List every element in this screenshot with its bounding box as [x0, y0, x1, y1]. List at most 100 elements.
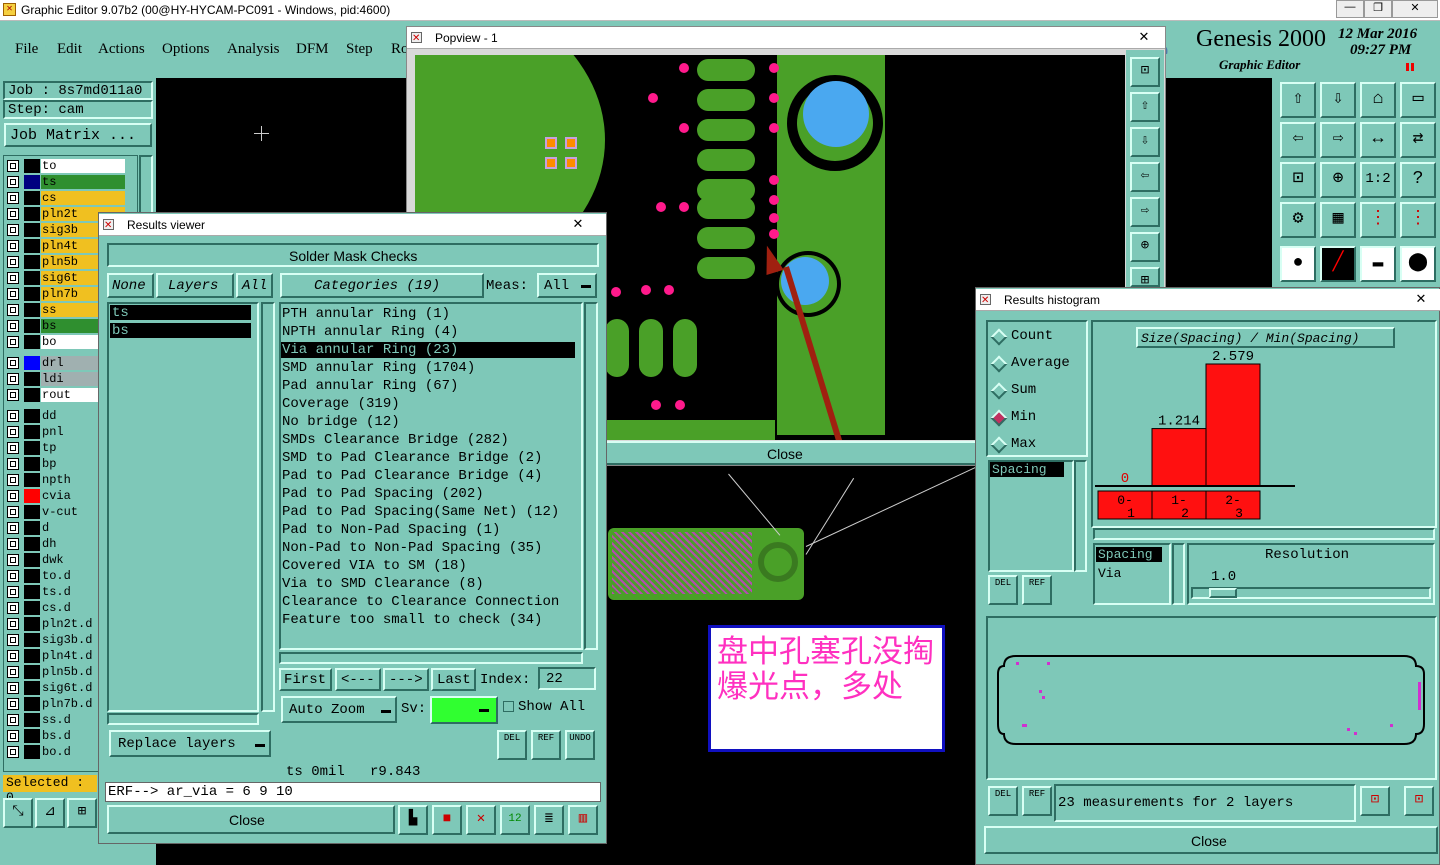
category-item[interactable]: Via to SMD Clearance (8) [282, 575, 578, 593]
undo-button[interactable]: UNDO [565, 730, 595, 760]
category-item[interactable]: Pad to Pad Spacing(Same Net) (12) [282, 503, 578, 521]
histogram-bar[interactable] [1151, 428, 1207, 487]
category-item[interactable]: NPTH annular Ring (4) [282, 323, 578, 341]
layer-checkbox[interactable] [7, 304, 19, 316]
layer-checkbox[interactable] [7, 442, 19, 454]
next-button[interactable]: ---> [383, 668, 429, 691]
layer-select-list[interactable] [107, 302, 259, 712]
layer-checkbox[interactable] [7, 682, 19, 694]
menu-step[interactable]: Step [346, 41, 373, 58]
move-right-icon[interactable]: ⇨ [1320, 122, 1356, 158]
job-matrix-button[interactable]: Job Matrix ... [4, 123, 152, 147]
help-icon[interactable]: ? [1400, 162, 1436, 198]
layer-checkbox[interactable] [7, 389, 19, 401]
center-icon[interactable]: ⊕ [1320, 162, 1356, 198]
popview-tool-7-icon[interactable]: ⊞ [1130, 267, 1160, 289]
layer-up-icon[interactable]: ⇧ [1280, 82, 1316, 118]
hist-ref-button-2[interactable]: REF [1022, 786, 1052, 816]
number-icon[interactable]: 12 [500, 805, 530, 835]
layer-checkbox[interactable] [7, 240, 19, 252]
ref-cross-icon[interactable]: ✕ [466, 805, 496, 835]
layer-checkbox[interactable] [7, 490, 19, 502]
layer-checkbox[interactable] [7, 538, 19, 550]
layer-checkbox[interactable] [7, 618, 19, 630]
layer-checkbox[interactable] [7, 554, 19, 566]
del-button[interactable]: DEL [497, 730, 527, 760]
histogram-bar[interactable] [1205, 363, 1261, 487]
ref-button[interactable]: REF [531, 730, 561, 760]
layer-checkbox[interactable] [7, 570, 19, 582]
mirror-icon[interactable]: ↔ [1360, 122, 1396, 158]
layer-checkbox[interactable] [7, 458, 19, 470]
category-item[interactable]: Covered VIA to SM (18) [282, 557, 578, 575]
layer-checkbox[interactable] [7, 272, 19, 284]
snap-icon[interactable]: ● [1280, 246, 1316, 282]
category-item[interactable]: Pad to Pad Clearance Bridge (4) [282, 467, 578, 485]
chart-hscroll[interactable] [1093, 528, 1435, 540]
minimize-button[interactable]: — [1336, 0, 1364, 18]
layer-checkbox[interactable] [7, 426, 19, 438]
highlight-icon[interactable]: ▙ [398, 805, 428, 835]
layer-checkbox[interactable] [7, 714, 19, 726]
auto-zoom-dropdown[interactable]: Auto Zoom [281, 696, 397, 723]
categories-vscroll[interactable] [584, 302, 598, 650]
layer-checkbox[interactable] [7, 730, 19, 742]
ruler-icon[interactable]: ▬ [1360, 246, 1396, 282]
selected-layer-ts[interactable]: ts [110, 305, 251, 321]
first-button[interactable]: First [279, 668, 332, 691]
histogram-close-icon[interactable]: ✕ [1404, 290, 1438, 308]
layer-row[interactable]: to [7, 159, 125, 173]
category-item[interactable]: SMDs Clearance Bridge (282) [282, 431, 578, 449]
list2-vscroll[interactable] [1172, 543, 1185, 605]
layer-checkbox[interactable] [7, 506, 19, 518]
layer-checkbox[interactable] [7, 666, 19, 678]
spacing-list-vscroll[interactable] [1074, 460, 1087, 572]
layer-row[interactable]: ts [7, 175, 125, 189]
layer-checkbox[interactable] [7, 160, 19, 172]
histogram-icon[interactable]: ▥ [568, 805, 598, 835]
category-item[interactable]: Pad to Pad Spacing (202) [282, 485, 578, 503]
menu-actions[interactable]: Actions [98, 41, 145, 58]
menu-dfm[interactable]: DFM [296, 41, 329, 58]
grid-tool-icon[interactable]: ⊞ [67, 798, 97, 828]
zoom-tool-icon[interactable]: ⤡ [3, 798, 33, 828]
menu-file[interactable]: File [15, 41, 38, 58]
layer-checkbox[interactable] [7, 357, 19, 369]
layer-checkbox[interactable] [7, 224, 19, 236]
spacing-list-item[interactable]: Spacing [990, 462, 1064, 477]
layer-checkbox[interactable] [7, 410, 19, 422]
maximize-button[interactable]: ❐ [1364, 0, 1392, 18]
categories-hscroll[interactable] [279, 652, 583, 664]
popview-tool-5-icon[interactable]: ⇨ [1130, 197, 1160, 227]
category-item[interactable]: PTH annular Ring (1) [282, 305, 578, 323]
layer-row[interactable]: cs [7, 191, 125, 205]
resolution-slider-thumb[interactable] [1209, 588, 1237, 598]
layer-checkbox[interactable] [7, 586, 19, 598]
hist-zoom-icon[interactable]: ⊡ [1360, 786, 1390, 816]
layer-checkbox[interactable] [7, 256, 19, 268]
layer-checkbox[interactable] [7, 602, 19, 614]
layer-checkbox[interactable] [7, 698, 19, 710]
mark-red-icon[interactable]: ■ [432, 805, 462, 835]
layer-list-vscroll[interactable] [261, 302, 275, 712]
prev-button[interactable]: <--- [335, 668, 381, 691]
category-item[interactable]: Coverage (319) [282, 395, 578, 413]
index-input[interactable]: 22 [538, 667, 596, 690]
popview-close-icon[interactable]: ✕ [1127, 28, 1161, 46]
home-icon[interactable]: ⌂ [1360, 82, 1396, 118]
settings-icon[interactable]: ⚙ [1280, 202, 1316, 238]
popview-tool-2-icon[interactable]: ⇧ [1130, 92, 1160, 122]
scale-1-2-icon[interactable]: 1:2 [1360, 162, 1396, 198]
category-item[interactable]: Via annular Ring (23) [282, 341, 578, 359]
category-item[interactable]: Clearance to Clearance Connection [282, 593, 578, 611]
list2-item-spacing[interactable]: Spacing [1096, 547, 1162, 562]
replace-layers-dropdown[interactable]: Replace layers [109, 730, 271, 757]
category-item[interactable]: SMD to Pad Clearance Bridge (2) [282, 449, 578, 467]
netlist-red-icon[interactable]: ⋮ [1360, 202, 1396, 238]
measure-tool-icon[interactable]: ⊿ [35, 798, 65, 828]
list2-item-via[interactable]: Via [1098, 566, 1121, 581]
layer-checkbox[interactable] [7, 336, 19, 348]
layers-all-button[interactable]: All [236, 273, 273, 298]
layer-checkbox[interactable] [7, 634, 19, 646]
sv-color-dropdown[interactable] [430, 696, 498, 724]
